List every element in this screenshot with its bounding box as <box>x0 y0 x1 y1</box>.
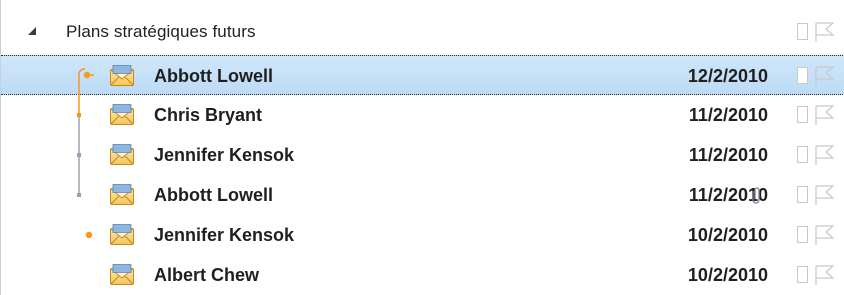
flag-icon[interactable] <box>813 65 835 87</box>
message-row[interactable]: Albert Chew 10/2/2010 <box>1 255 844 295</box>
envelope-icon <box>110 264 134 285</box>
message-sender: Jennifer Kensok <box>154 225 295 245</box>
envelope-icon <box>110 184 134 205</box>
envelope-icon <box>110 104 134 125</box>
flag-icon[interactable] <box>813 184 835 206</box>
message-sender: Abbott Lowell <box>154 66 273 86</box>
collapse-triangle-icon[interactable] <box>27 26 37 36</box>
flag-icon[interactable] <box>813 144 835 166</box>
message-row[interactable]: Abbott Lowell 12/2/2010 <box>1 55 844 95</box>
category-box-icon[interactable] <box>797 186 808 203</box>
category-box-icon[interactable] <box>797 23 808 40</box>
message-date: 11/2/2010 <box>688 105 768 125</box>
message-sender: Jennifer Kensok <box>154 145 295 165</box>
conversation-group-header[interactable]: Plans stratégiques futurs <box>1 12 844 52</box>
category-box-icon[interactable] <box>797 106 808 123</box>
envelope-icon <box>110 224 134 245</box>
envelope-icon <box>110 144 134 165</box>
message-date: 12/2/2010 <box>687 66 768 86</box>
flag-icon[interactable] <box>813 264 835 286</box>
message-row[interactable]: Chris Bryant 11/2/2010 <box>1 95 844 135</box>
category-box-icon[interactable] <box>797 226 808 243</box>
message-row[interactable]: Jennifer Kensok 10/2/2010 <box>1 215 844 255</box>
message-sender: Abbott Lowell <box>154 185 273 205</box>
paperclip-icon <box>752 187 760 204</box>
message-row[interactable]: Abbott Lowell 11/2/2010 <box>1 175 844 215</box>
flag-icon[interactable] <box>813 104 835 126</box>
category-box-icon[interactable] <box>797 266 808 283</box>
flag-icon[interactable] <box>813 224 835 246</box>
message-date: 10/2/2010 <box>687 225 768 245</box>
message-sender: Albert Chew <box>154 265 260 285</box>
conversation-group-label: Plans stratégiques futurs <box>66 22 256 41</box>
message-sender: Chris Bryant <box>154 105 263 125</box>
message-date: 10/2/2010 <box>687 265 768 285</box>
category-box-icon[interactable] <box>797 146 808 163</box>
message-list: Plans stratégiques futurs Abbott Lowell 1… <box>0 0 844 295</box>
message-row[interactable]: Jennifer Kensok 11/2/2010 <box>1 135 844 175</box>
flag-icon[interactable] <box>813 21 835 43</box>
category-box-icon[interactable] <box>797 67 808 84</box>
message-date: 11/2/2010 <box>688 145 768 165</box>
envelope-icon <box>110 65 134 86</box>
